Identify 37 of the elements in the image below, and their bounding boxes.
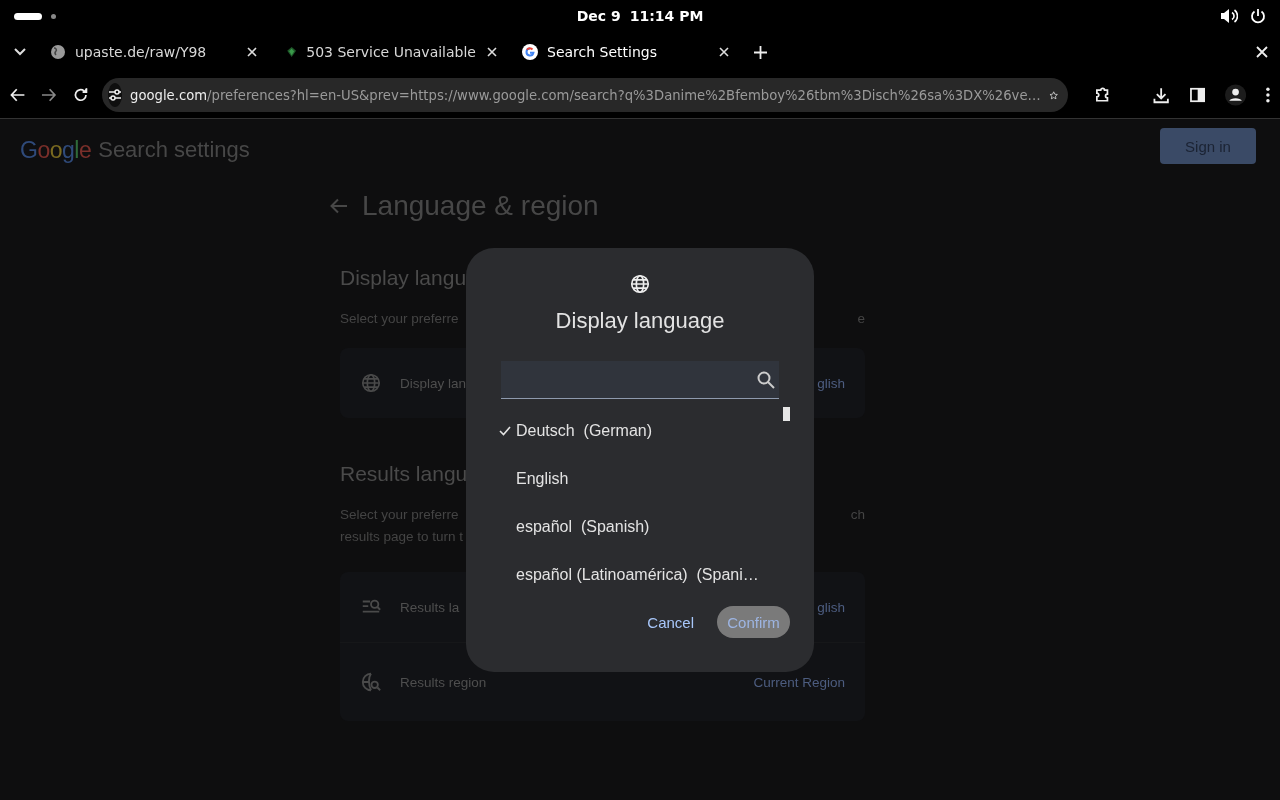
site-settings-icon[interactable]	[108, 83, 123, 107]
search-field[interactable]	[501, 361, 779, 399]
new-tab-icon[interactable]	[754, 45, 767, 59]
volume-icon[interactable]	[1220, 8, 1238, 24]
dialog-title: Display language	[555, 308, 725, 334]
browser-tab[interactable]: upaste.de/raw/Y98	[38, 34, 274, 70]
language-option[interactable]: English	[499, 455, 569, 503]
back-icon[interactable]	[10, 87, 26, 103]
activities-indicator[interactable]	[14, 12, 42, 20]
reload-icon[interactable]	[72, 87, 89, 103]
google-icon	[522, 44, 538, 60]
search-icon[interactable]	[757, 370, 775, 389]
globe-icon	[629, 273, 651, 295]
browser-tab[interactable]: 503 Service Unavailable	[274, 34, 510, 70]
language-option[interactable]: Deutsch (German)	[499, 407, 653, 455]
date: Dec 9	[576, 8, 621, 24]
download-icon[interactable]	[1153, 86, 1170, 104]
profile-icon[interactable]	[1225, 84, 1247, 106]
cancel-button[interactable]: Cancel	[642, 606, 699, 638]
clock-time: 11:14 PM	[629, 8, 704, 24]
chevron-down-icon[interactable]	[14, 48, 26, 56]
language-option[interactable]: español (Spanish)	[499, 503, 650, 551]
language-option[interactable]: español (Latinoamérica) (Spani…	[499, 551, 759, 599]
page-title: Search settings	[98, 137, 250, 163]
page-heading: Language & region	[362, 190, 599, 222]
globe-icon	[360, 372, 382, 394]
section-heading: Results langu	[340, 462, 468, 486]
section-heading: Display langu	[340, 266, 467, 290]
power-icon[interactable]	[1250, 8, 1266, 24]
scrollbar[interactable]	[783, 407, 790, 421]
google-logo[interactable]: Google	[20, 136, 92, 164]
menu-icon[interactable]	[1266, 87, 1270, 103]
side-panel-icon[interactable]	[1189, 87, 1206, 103]
globe-search-icon	[360, 671, 382, 693]
check-icon	[499, 426, 511, 436]
forward-icon[interactable]	[41, 87, 57, 103]
globe-icon	[50, 44, 66, 60]
